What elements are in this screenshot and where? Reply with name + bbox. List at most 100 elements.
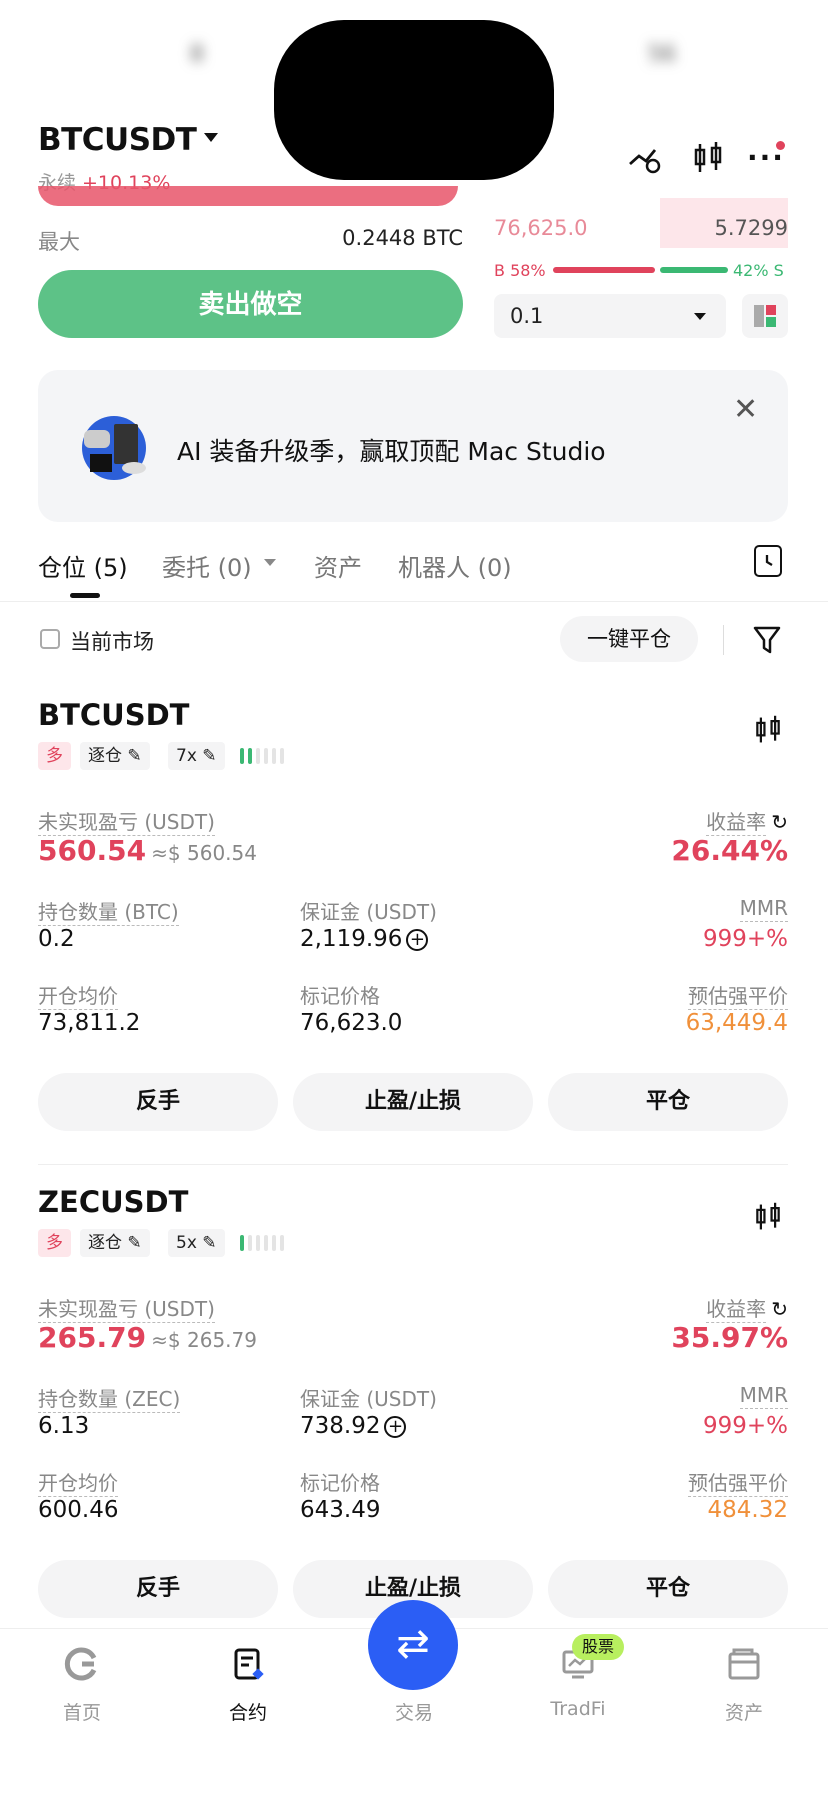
position-divider	[38, 1164, 788, 1165]
pnl-usd-value: ≈$ 265.79	[151, 1328, 257, 1352]
nav-label: 首页	[62, 1702, 101, 1724]
margin-mode-badge[interactable]: 逐仓 ✎	[80, 1229, 150, 1257]
symbol-dropdown-icon[interactable]	[204, 133, 218, 142]
sell-short-button[interactable]: 卖出做空	[38, 270, 463, 338]
history-icon[interactable]	[754, 545, 782, 577]
leverage-badge[interactable]: 7x ✎	[168, 742, 225, 770]
candlestick-icon[interactable]	[752, 712, 784, 755]
orderbook-qty: 5.7299	[714, 216, 788, 240]
entry-price-value: 73,811.2	[38, 1010, 141, 1036]
leverage-label: 5x	[176, 1233, 197, 1253]
edit-icon: ✎	[127, 1233, 142, 1253]
close-position-button[interactable]: 平仓	[548, 1560, 788, 1618]
mmr-label-wrap[interactable]: MMR	[560, 896, 788, 922]
side-badge: 多	[38, 1229, 71, 1257]
status-battery: 56	[648, 42, 676, 67]
reverse-button[interactable]: 反手	[38, 1073, 278, 1131]
orderbook-price[interactable]: 76,625.0	[494, 216, 588, 240]
depth-select[interactable]: 0.1	[494, 294, 726, 338]
nav-home[interactable]: 首页	[22, 1646, 142, 1725]
nav-trade[interactable]: 交易	[354, 1646, 474, 1725]
margin-mode-label: 逐仓	[88, 746, 122, 766]
wallet-icon	[684, 1646, 804, 1690]
tab-bots[interactable]: 机器人 (0)	[398, 548, 512, 583]
chevron-down-icon	[694, 313, 706, 320]
mark-price-value: 643.49	[300, 1497, 381, 1523]
banner-text[interactable]: AI 装备升级季，赢取顶配 Mac Studio	[177, 432, 606, 468]
close-position-button[interactable]: 平仓	[548, 1073, 788, 1131]
mmr-value: 999+%	[702, 926, 788, 952]
leverage-badge[interactable]: 5x ✎	[168, 1229, 225, 1257]
roi-label-wrap[interactable]: 收益率 ↻	[560, 1293, 788, 1323]
add-margin-icon[interactable]: +	[384, 1416, 407, 1438]
edit-icon: ✎	[202, 1233, 217, 1253]
mmr-label: MMR	[739, 896, 788, 922]
chevron-down-icon[interactable]	[264, 559, 276, 566]
liq-label-wrap[interactable]: 预估强平价	[560, 980, 788, 1010]
nav-label: TradFi	[550, 1698, 606, 1720]
buy-ratio-bar	[553, 267, 655, 273]
unrealized-pnl-value: 265.79	[38, 1321, 147, 1354]
tab-positions[interactable]: 仓位 (5)	[38, 548, 128, 583]
risk-level-bars	[240, 1235, 288, 1251]
margin-value: 738.92	[300, 1413, 381, 1439]
close-all-button[interactable]: 一键平仓	[560, 616, 698, 662]
layout-icon	[754, 305, 776, 327]
close-icon[interactable]: ✕	[733, 392, 758, 427]
sell-ratio-bar	[660, 267, 728, 273]
nav-assets[interactable]: 资产	[684, 1646, 804, 1725]
edit-icon: ✎	[202, 746, 217, 766]
position-symbol[interactable]: BTCUSDT	[38, 698, 189, 732]
pnl-label-wrap[interactable]: 未实现盈亏 (USDT)	[38, 806, 215, 836]
size-label-wrap[interactable]: 持仓数量 (BTC)	[38, 896, 179, 926]
size-label: 持仓数量 (ZEC)	[38, 1387, 181, 1413]
tab-orders[interactable]: 委托 (0)	[162, 548, 252, 583]
mark-price-value: 76,623.0	[300, 1010, 403, 1036]
sell-ratio: 42% S	[733, 261, 784, 280]
mark-label-wrap: 标记价格	[300, 1467, 380, 1496]
orderbook-layout-button[interactable]	[742, 294, 788, 338]
roi-label: 收益率	[706, 1297, 767, 1323]
tab-assets[interactable]: 资产	[314, 548, 362, 583]
leverage-label: 7x	[176, 746, 197, 766]
risk-level-bars	[240, 748, 288, 764]
candlestick-icon[interactable]	[688, 140, 728, 176]
unrealized-pnl-value: 560.54	[38, 834, 147, 867]
refresh-icon[interactable]: ↻	[771, 810, 788, 834]
mac-studio-image	[76, 410, 152, 482]
roi-label-wrap[interactable]: 收益率 ↻	[560, 806, 788, 836]
pnl-usd-value: ≈$ 560.54	[151, 841, 257, 865]
roi-label: 收益率	[706, 810, 767, 836]
refresh-icon[interactable]: ↻	[771, 1297, 788, 1321]
nav-contract[interactable]: 合约	[188, 1646, 308, 1725]
position-symbol[interactable]: ZECUSDT	[38, 1185, 188, 1219]
entry-label-wrap[interactable]: 开仓均价	[38, 1467, 118, 1497]
filter-icon[interactable]	[752, 624, 782, 663]
reverse-button[interactable]: 反手	[38, 1560, 278, 1618]
add-margin-icon[interactable]: +	[406, 929, 429, 951]
entry-label-wrap[interactable]: 开仓均价	[38, 980, 118, 1010]
symbol-title[interactable]: BTCUSDT	[38, 122, 197, 158]
size-value: 0.2	[38, 926, 75, 952]
liq-label-wrap[interactable]: 预估强平价	[560, 1467, 788, 1497]
tpsl-button[interactable]: 止盈/止损	[293, 1073, 533, 1131]
chart-settings-icon[interactable]	[625, 140, 665, 176]
liq-price-value: 484.32	[707, 1497, 788, 1523]
size-label: 持仓数量 (BTC)	[38, 900, 179, 926]
stock-badge: 股票	[572, 1634, 624, 1660]
notification-dot	[776, 141, 785, 150]
tab-divider	[0, 601, 828, 602]
mmr-label-wrap[interactable]: MMR	[560, 1383, 788, 1409]
margin-value-row: 2,119.96 +	[300, 926, 429, 952]
nav-label: 资产	[724, 1702, 763, 1724]
current-market-label[interactable]: 当前市场	[70, 626, 154, 656]
size-label-wrap[interactable]: 持仓数量 (ZEC)	[38, 1383, 181, 1413]
unrealized-pnl-label: 未实现盈亏 (USDT)	[38, 810, 215, 836]
margin-label: 保证金 (USDT)	[300, 900, 437, 924]
candlestick-icon[interactable]	[752, 1199, 784, 1242]
depth-value: 0.1	[510, 304, 544, 328]
current-market-checkbox[interactable]	[40, 629, 60, 649]
pnl-label-wrap[interactable]: 未实现盈亏 (USDT)	[38, 1293, 215, 1323]
margin-mode-badge[interactable]: 逐仓 ✎	[80, 742, 150, 770]
mark-label-wrap: 标记价格	[300, 980, 380, 1009]
